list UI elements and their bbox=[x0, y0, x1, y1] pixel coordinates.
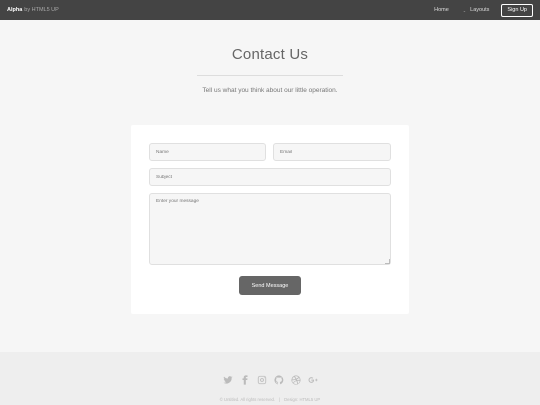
google-plus-icon[interactable] bbox=[307, 374, 318, 385]
logo-brand[interactable]: Alpha bbox=[7, 7, 22, 13]
header: Alpha by HTML5 UP Home ⌄ Layouts Sign Up bbox=[0, 0, 540, 20]
nav-layouts-label: Layouts bbox=[470, 7, 490, 13]
github-icon[interactable] bbox=[273, 374, 284, 385]
copyright-text: © Untitled. All rights reserved. bbox=[219, 397, 276, 402]
email-field[interactable] bbox=[273, 143, 391, 161]
footer-copyright: © Untitled. All rights reserved. | Design:… bbox=[0, 397, 540, 402]
facebook-icon[interactable] bbox=[239, 374, 250, 385]
social-links bbox=[0, 374, 540, 385]
title-divider bbox=[197, 75, 343, 76]
logo-by-text[interactable]: by HTML5 UP bbox=[24, 7, 59, 13]
page-subtitle: Tell us what you think about our little … bbox=[202, 87, 338, 94]
resize-handle[interactable] bbox=[385, 259, 390, 264]
chevron-down-icon: ⌄ bbox=[462, 7, 467, 13]
nav-layouts-link[interactable]: ⌄ Layouts bbox=[463, 7, 490, 13]
site-logo[interactable]: Alpha by HTML5 UP bbox=[7, 7, 59, 13]
design-credit-link[interactable]: Design: HTML5 UP bbox=[284, 397, 320, 402]
footer: © Untitled. All rights reserved. | Design:… bbox=[0, 352, 540, 405]
main-nav: Home ⌄ Layouts Sign Up bbox=[434, 3, 533, 17]
name-field[interactable] bbox=[149, 143, 266, 161]
contact-form: Send Message bbox=[131, 125, 409, 314]
message-field[interactable] bbox=[149, 193, 391, 265]
page-title: Contact Us bbox=[231, 46, 309, 63]
instagram-icon[interactable] bbox=[256, 374, 267, 385]
dribbble-icon[interactable] bbox=[290, 374, 301, 385]
signup-button[interactable]: Sign Up bbox=[501, 3, 533, 17]
nav-home-link[interactable]: Home bbox=[434, 7, 449, 13]
footer-separator: | bbox=[279, 397, 281, 402]
subject-field[interactable] bbox=[149, 168, 391, 186]
send-message-button[interactable]: Send Message bbox=[239, 276, 301, 295]
twitter-icon[interactable] bbox=[222, 374, 233, 385]
